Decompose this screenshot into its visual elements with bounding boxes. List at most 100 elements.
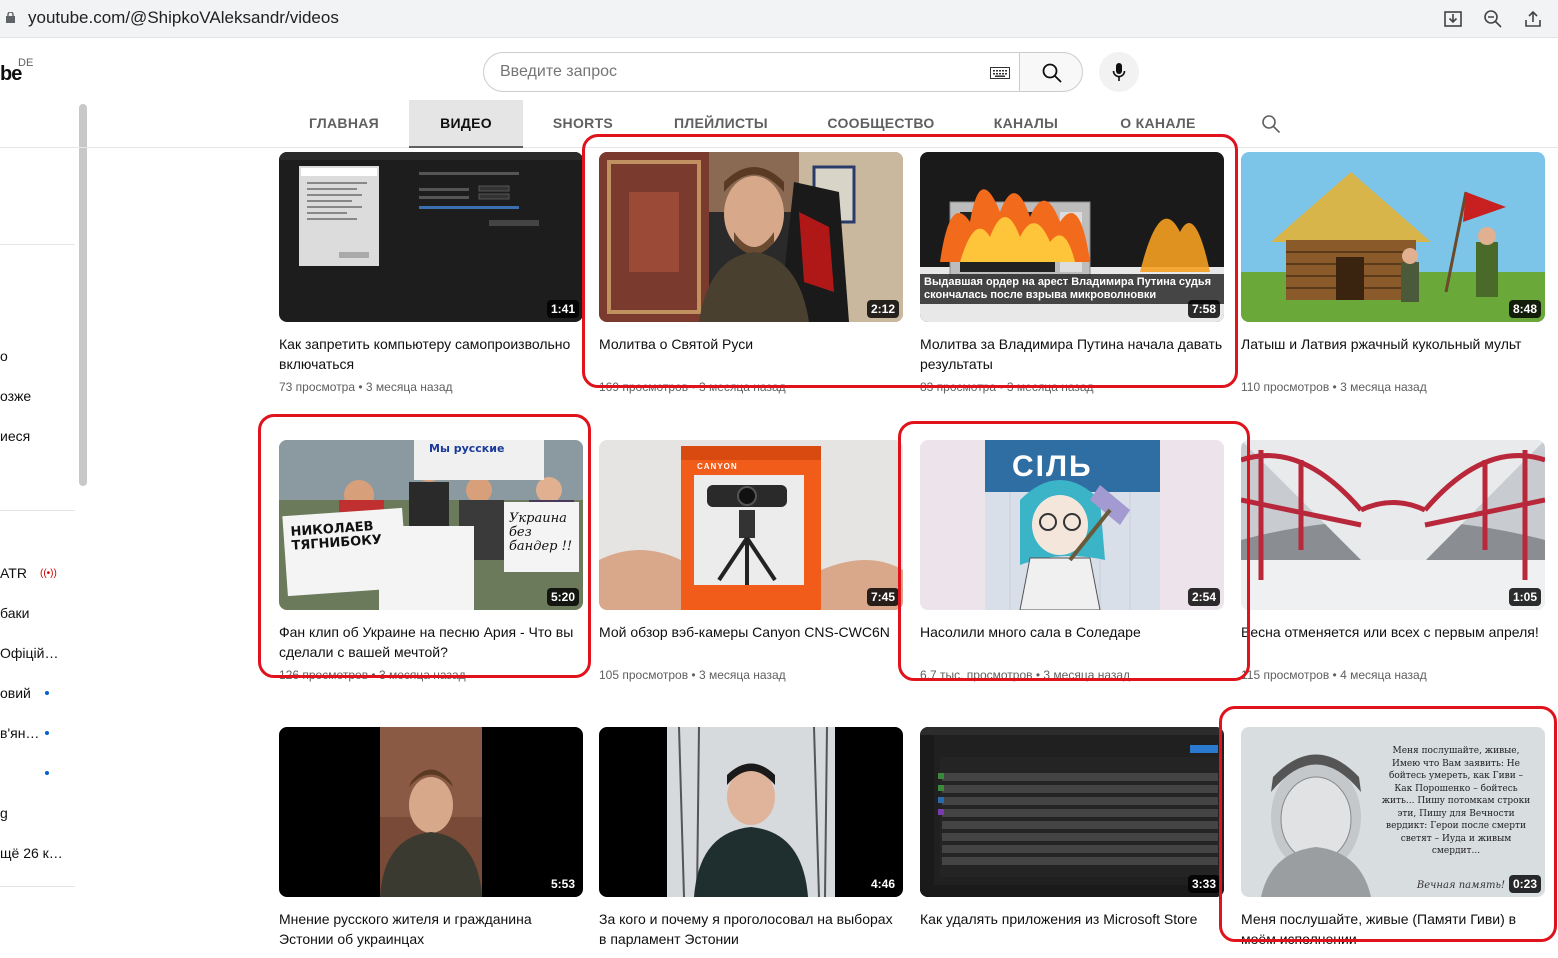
video-duration: 3:33 (1187, 875, 1220, 893)
video-thumbnail[interactable]: Выдавшая ордер на арест Владимира Путина… (920, 152, 1224, 322)
product-brand-text: CANYON (697, 462, 738, 471)
voice-search-button[interactable] (1099, 52, 1139, 92)
video-thumbnail[interactable]: 8:48 (1241, 152, 1545, 322)
tab-home[interactable]: ГЛАВНАЯ (280, 100, 408, 148)
view-count: 105 просмотров (599, 668, 689, 682)
video-card[interactable]: 8:48 Латыш и Латвия ржачный кукольный му… (1241, 152, 1545, 394)
sidebar-show-more[interactable]: щё 26 к… (0, 845, 63, 861)
thumbnail-image (279, 152, 583, 322)
upload-age: 3 месяца назад (378, 668, 466, 682)
new-content-dot (45, 771, 49, 775)
sidebar-item-watch-later[interactable]: озже (0, 388, 31, 404)
sidebar-subscription-7[interactable]: g (0, 805, 8, 821)
search-box (483, 52, 1020, 92)
sidebar-scrollbar[interactable] (79, 104, 87, 486)
video-title[interactable]: Насолили много сала в Соледаре (920, 622, 1224, 662)
video-duration: 5:20 (546, 588, 579, 606)
video-thumbnail[interactable]: 1:41 (279, 152, 583, 322)
upload-age: 3 месяца назад (1043, 668, 1131, 682)
thumbnail-image (599, 152, 903, 322)
tab-channels[interactable]: КАНАЛЫ (963, 100, 1089, 148)
sidebar-item-1[interactable]: о (0, 348, 8, 364)
video-thumbnail[interactable]: Мы русские НИКОЛАЕВ ТЯГНИБОКУ Украина бе… (279, 440, 583, 610)
video-meta: 83 просмотра • 3 месяца назад (920, 380, 1094, 394)
share-icon[interactable] (1522, 8, 1544, 30)
video-title[interactable]: Меня послушайте, живые (Памяти Гиви) в м… (1241, 909, 1545, 949)
video-card[interactable]: СІЛЬ 2:54 Насолили много сала в Соледаре… (920, 440, 1224, 682)
keyboard-icon[interactable] (990, 67, 1010, 79)
video-title[interactable]: Молитва за Владимира Путина начала дават… (920, 334, 1224, 374)
protest-sign-text: Мы русские (429, 442, 505, 455)
video-card[interactable]: 2:12 Молитва о Святой Руси 169 просмотро… (599, 152, 903, 394)
thumbnail-image (599, 727, 903, 897)
sidebar-subscription-atr[interactable]: ATR (0, 565, 27, 581)
video-card[interactable]: Меня послушайте, живые, Имею что Вам зая… (1241, 727, 1545, 949)
video-duration: 7:58 (1187, 300, 1220, 318)
video-card[interactable]: 4:46 За кого и почему я проголосовал на … (599, 727, 903, 949)
video-title[interactable]: Латыш и Латвия ржачный кукольный мульт (1241, 334, 1545, 374)
video-meta: 105 просмотров • 3 месяца назад (599, 668, 786, 682)
video-card[interactable]: 1:41 Как запретить компьютеру самопроизв… (279, 152, 583, 394)
sidebar-subscription-3[interactable]: Офіцій… (0, 645, 58, 661)
video-duration: 1:41 (546, 300, 579, 318)
zoom-icon[interactable] (1482, 8, 1504, 30)
thumbnail-signature: Вечная память! (1416, 880, 1505, 891)
thumbnail-image (1241, 152, 1545, 322)
video-card[interactable]: Мы русские НИКОЛАЕВ ТЯГНИБОКУ Украина бе… (279, 440, 583, 682)
sidebar-subscription-5[interactable]: в'ян… (0, 725, 39, 741)
video-card[interactable]: 1:05 Весна отменяется или всех с первым … (1241, 440, 1545, 682)
video-duration: 2:54 (1187, 588, 1220, 606)
microphone-icon (1112, 63, 1126, 81)
view-count: 169 просмотров (599, 380, 689, 394)
video-meta: 110 просмотров • 3 месяца назад (1241, 380, 1427, 394)
video-title[interactable]: Фан клип об Украине на песню Ария - Что … (279, 622, 583, 662)
video-thumbnail[interactable]: Меня послушайте, живые, Имею что Вам зая… (1241, 727, 1545, 897)
sidebar-subscription-2[interactable]: баки (0, 605, 29, 621)
video-thumbnail[interactable]: 1:05 (1241, 440, 1545, 610)
video-card[interactable]: CANYON 7:45 Мой обзор вэб-камеры Canyon … (599, 440, 903, 682)
video-title[interactable]: Как запретить компьютеру самопроизвольно… (279, 334, 583, 374)
video-duration: 7:45 (866, 588, 899, 606)
video-thumbnail[interactable]: СІЛЬ 2:54 (920, 440, 1224, 610)
thumbnail-caption: Выдавшая ордер на арест Владимира Путина… (920, 274, 1224, 304)
video-duration: 5:53 (546, 875, 579, 893)
install-icon[interactable] (1442, 8, 1464, 30)
upload-age: 3 месяца назад (698, 668, 786, 682)
search-button[interactable] (1019, 52, 1083, 92)
video-thumbnail[interactable]: 5:53 (279, 727, 583, 897)
video-duration: 2:12 (866, 300, 899, 318)
video-card[interactable]: 3:33 Как удалять приложения из Microsoft… (920, 727, 1224, 949)
video-card[interactable]: 5:53 Мнение русского жителя и гражданина… (279, 727, 583, 949)
video-duration: 8:48 (1508, 300, 1541, 318)
url-text[interactable]: youtube.com/@ShipkoVAleksandr/videos (28, 8, 339, 28)
video-thumbnail[interactable]: 4:46 (599, 727, 903, 897)
video-title[interactable]: Молитва о Святой Руси (599, 334, 903, 374)
video-card[interactable]: Выдавшая ордер на арест Владимира Путина… (920, 152, 1224, 394)
video-title[interactable]: Как удалять приложения из Microsoft Stor… (920, 909, 1224, 949)
tab-videos[interactable]: ВИДЕО (409, 100, 523, 148)
video-title[interactable]: Весна отменяется или всех с первым апрел… (1241, 622, 1545, 662)
thumbnail-image (599, 440, 903, 610)
video-title[interactable]: За кого и почему я проголосовал на выбор… (599, 909, 903, 949)
protest-sign-text: Украина без бандер !! (509, 511, 573, 554)
tab-community[interactable]: СООБЩЕСТВО (799, 100, 963, 148)
channel-search-icon[interactable] (1261, 114, 1281, 134)
sidebar-subscription-4[interactable]: овий (0, 685, 31, 701)
view-count: 6,7 тыс. просмотров (920, 668, 1033, 682)
tab-about[interactable]: О КАНАЛЕ (1089, 100, 1227, 148)
thumbnail-image (279, 727, 583, 897)
tab-shorts[interactable]: SHORTS (523, 100, 643, 148)
video-duration: 0:23 (1508, 875, 1541, 893)
sidebar-divider (0, 244, 75, 245)
video-thumbnail[interactable]: 2:12 (599, 152, 903, 322)
video-title[interactable]: Мой обзор вэб-камеры Canyon CNS-CWC6N (599, 622, 903, 662)
video-title[interactable]: Мнение русского жителя и гражданина Эсто… (279, 909, 583, 949)
video-meta: 73 просмотра • 3 месяца назад (279, 380, 453, 394)
video-thumbnail[interactable]: CANYON 7:45 (599, 440, 903, 610)
sidebar-item-liked[interactable]: иеся (0, 428, 30, 444)
video-thumbnail[interactable]: 3:33 (920, 727, 1224, 897)
video-meta: 126 просмотров • 3 месяца назад (279, 668, 466, 682)
view-count: 115 просмотров (1241, 668, 1330, 682)
search-input[interactable] (500, 63, 960, 81)
tab-playlists[interactable]: ПЛЕЙЛИСТЫ (643, 100, 799, 148)
